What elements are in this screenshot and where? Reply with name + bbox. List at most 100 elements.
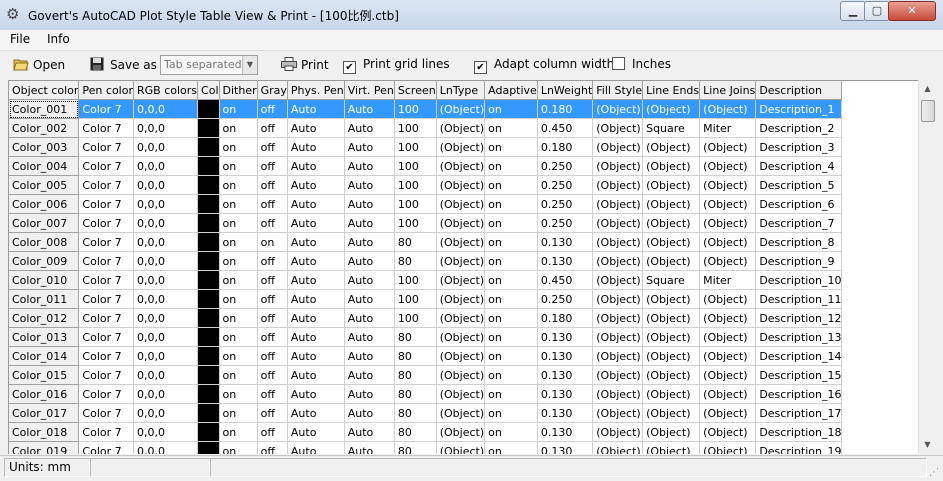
table-cell[interactable]: (Object) xyxy=(642,384,701,404)
table-cell[interactable]: 100 xyxy=(394,175,437,195)
table-cell[interactable]: on xyxy=(219,175,258,195)
table-cell[interactable]: off xyxy=(257,194,288,214)
table-cell[interactable]: on xyxy=(484,270,538,290)
table-cell[interactable]: on xyxy=(484,441,538,454)
table-cell[interactable]: (Object) xyxy=(642,99,701,119)
table-cell[interactable]: 0,0,0 xyxy=(133,213,199,233)
table-cell[interactable]: off xyxy=(257,422,288,442)
table-cell[interactable]: on xyxy=(484,422,538,442)
table-cell[interactable]: Color 7 xyxy=(78,289,134,309)
table-cell[interactable]: Auto xyxy=(287,251,345,271)
table-row[interactable]: Color_019 Color 7 0,0,0 on off Auto Auto 80 (Obj… xyxy=(9,441,843,454)
table-cell[interactable]: (Object) xyxy=(436,232,486,252)
column-header[interactable]: LnType xyxy=(436,81,486,100)
table-cell[interactable]: (Object) xyxy=(642,403,701,423)
table-cell[interactable]: Auto xyxy=(287,365,345,385)
table-cell[interactable]: on xyxy=(219,118,258,138)
table-cell[interactable]: 100 xyxy=(394,156,437,176)
table-cell[interactable]: Auto xyxy=(344,137,395,157)
table-cell[interactable]: 0,0,0 xyxy=(133,156,199,176)
table-cell[interactable]: (Object) xyxy=(699,289,757,309)
table-cell[interactable]: Auto xyxy=(287,213,345,233)
color-swatch[interactable] xyxy=(197,156,220,176)
table-cell[interactable]: off xyxy=(257,251,288,271)
table-cell[interactable]: (Object) xyxy=(699,99,757,119)
table-row[interactable]: Color_018 Color 7 0,0,0 on off Auto Auto 80 (Obj… xyxy=(9,422,843,442)
table-cell[interactable]: 0.250 xyxy=(537,194,594,214)
table-cell[interactable]: (Object) xyxy=(699,346,757,366)
table-cell[interactable]: on xyxy=(219,384,258,404)
table-row[interactable]: Color_004 Color 7 0,0,0 on off Auto Auto 100 (Ob… xyxy=(9,156,843,176)
table-cell[interactable]: 100 xyxy=(394,99,437,119)
row-header[interactable]: Color_015 xyxy=(9,365,80,385)
color-swatch[interactable] xyxy=(197,384,220,404)
table-cell[interactable]: 80 xyxy=(394,441,437,454)
table-row[interactable]: Color_014 Color 7 0,0,0 on off Auto Auto 80 (Obj… xyxy=(9,346,843,366)
table-cell[interactable]: Auto xyxy=(287,422,345,442)
table-cell[interactable]: Color 7 xyxy=(78,327,134,347)
table-cell[interactable]: 0,0,0 xyxy=(133,137,199,157)
table-cell[interactable]: (Object) xyxy=(699,308,757,328)
row-header[interactable]: Color_007 xyxy=(9,213,80,233)
color-swatch[interactable] xyxy=(197,194,220,214)
table-cell[interactable]: (Object) xyxy=(642,232,701,252)
table-cell[interactable]: 0.130 xyxy=(537,327,594,347)
table-cell[interactable]: Description_9 xyxy=(755,251,843,271)
table-cell[interactable]: Auto xyxy=(287,99,345,119)
table-cell[interactable]: (Object) xyxy=(642,156,701,176)
table-cell[interactable]: 0,0,0 xyxy=(133,403,199,423)
table-cell[interactable]: on xyxy=(484,308,538,328)
table-cell[interactable]: Auto xyxy=(287,289,345,309)
table-cell[interactable]: 0,0,0 xyxy=(133,441,199,454)
table-cell[interactable]: 100 xyxy=(394,118,437,138)
table-cell[interactable]: on xyxy=(219,251,258,271)
table-cell[interactable]: Color 7 xyxy=(78,270,134,290)
table-cell[interactable]: Description_12 xyxy=(755,308,843,328)
maximize-button[interactable]: ▢ xyxy=(864,1,890,21)
table-cell[interactable]: off xyxy=(257,327,288,347)
table-cell[interactable]: (Object) xyxy=(592,156,644,176)
table-cell[interactable]: (Object) xyxy=(642,365,701,385)
table-cell[interactable]: 0.130 xyxy=(537,232,594,252)
gear-icon[interactable]: ⚙ xyxy=(6,6,22,22)
table-cell[interactable]: on xyxy=(219,194,258,214)
table-cell[interactable]: off xyxy=(257,175,288,195)
table-cell[interactable]: Miter xyxy=(699,118,757,138)
color-swatch[interactable] xyxy=(197,403,220,423)
table-cell[interactable]: 0,0,0 xyxy=(133,194,199,214)
row-header[interactable]: Color_006 xyxy=(9,194,80,214)
table-cell[interactable]: (Object) xyxy=(592,403,644,423)
table-cell[interactable]: (Object) xyxy=(592,289,644,309)
table-cell[interactable]: off xyxy=(257,365,288,385)
table-cell[interactable]: Auto xyxy=(287,194,345,214)
table-cell[interactable]: (Object) xyxy=(592,251,644,271)
table-cell[interactable]: 0.250 xyxy=(537,156,594,176)
table-row[interactable]: Color_013 Color 7 0,0,0 on off Auto Auto 80 (Obj… xyxy=(9,327,843,347)
menu-file[interactable]: File xyxy=(10,32,30,46)
table-cell[interactable]: (Object) xyxy=(436,346,486,366)
row-header[interactable]: Color_004 xyxy=(9,156,80,176)
table-cell[interactable]: 0,0,0 xyxy=(133,289,199,309)
print-grid-lines-checkbox[interactable]: ✔ Print grid lines xyxy=(343,56,450,74)
table-cell[interactable]: (Object) xyxy=(699,384,757,404)
color-swatch[interactable] xyxy=(197,175,220,195)
table-cell[interactable]: on xyxy=(219,137,258,157)
row-header[interactable]: Color_016 xyxy=(9,384,80,404)
table-cell[interactable]: 80 xyxy=(394,422,437,442)
table-cell[interactable]: Description_7 xyxy=(755,213,843,233)
table-cell[interactable]: off xyxy=(257,137,288,157)
column-header[interactable]: Virt. Pen xyxy=(344,81,395,100)
table-cell[interactable]: off xyxy=(257,346,288,366)
table-cell[interactable]: 0.130 xyxy=(537,365,594,385)
table-cell[interactable]: on xyxy=(219,327,258,347)
table-cell[interactable]: (Object) xyxy=(592,118,644,138)
table-cell[interactable]: (Object) xyxy=(642,441,701,454)
menu-info[interactable]: Info xyxy=(47,32,70,46)
table-cell[interactable]: 0,0,0 xyxy=(133,99,199,119)
table-cell[interactable]: Description_6 xyxy=(755,194,843,214)
table-cell[interactable]: Description_14 xyxy=(755,346,843,366)
table-cell[interactable]: 0.130 xyxy=(537,384,594,404)
row-header[interactable]: Color_009 xyxy=(9,251,80,271)
table-cell[interactable]: Color 7 xyxy=(78,213,134,233)
table-cell[interactable]: Description_11 xyxy=(755,289,843,309)
